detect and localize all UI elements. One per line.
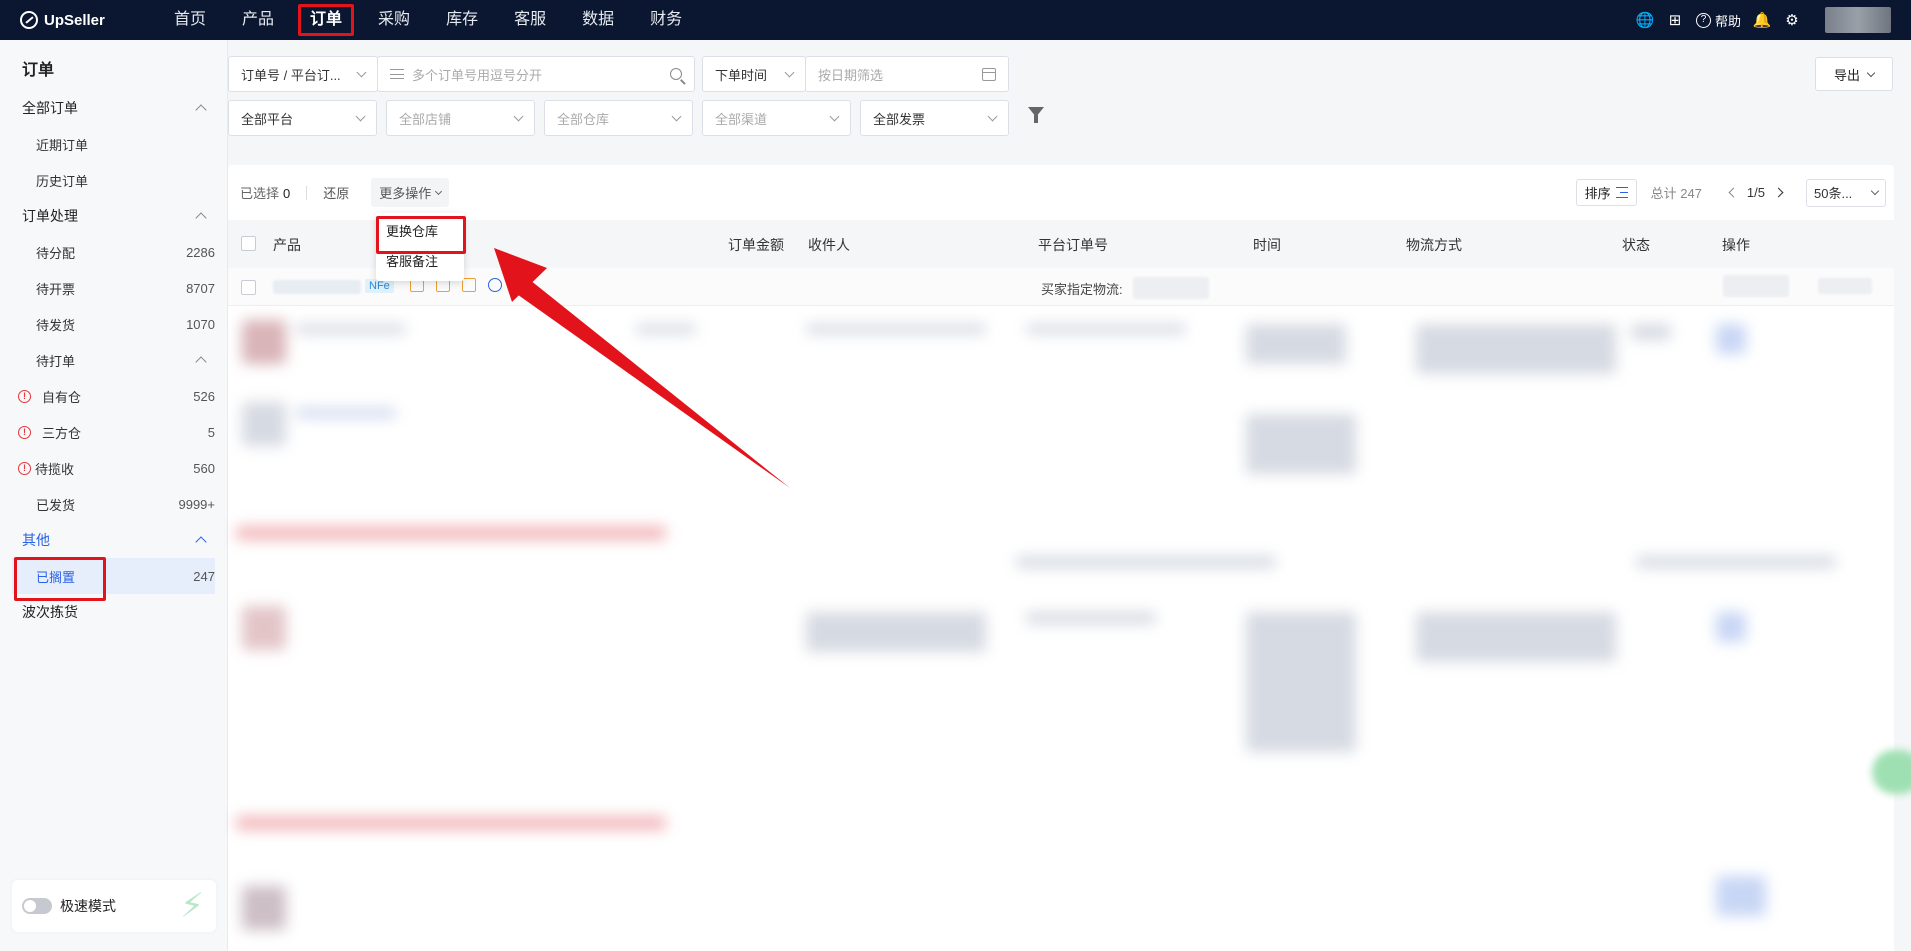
arrow-shaft	[507, 272, 790, 488]
annotation-arrow	[494, 248, 790, 488]
